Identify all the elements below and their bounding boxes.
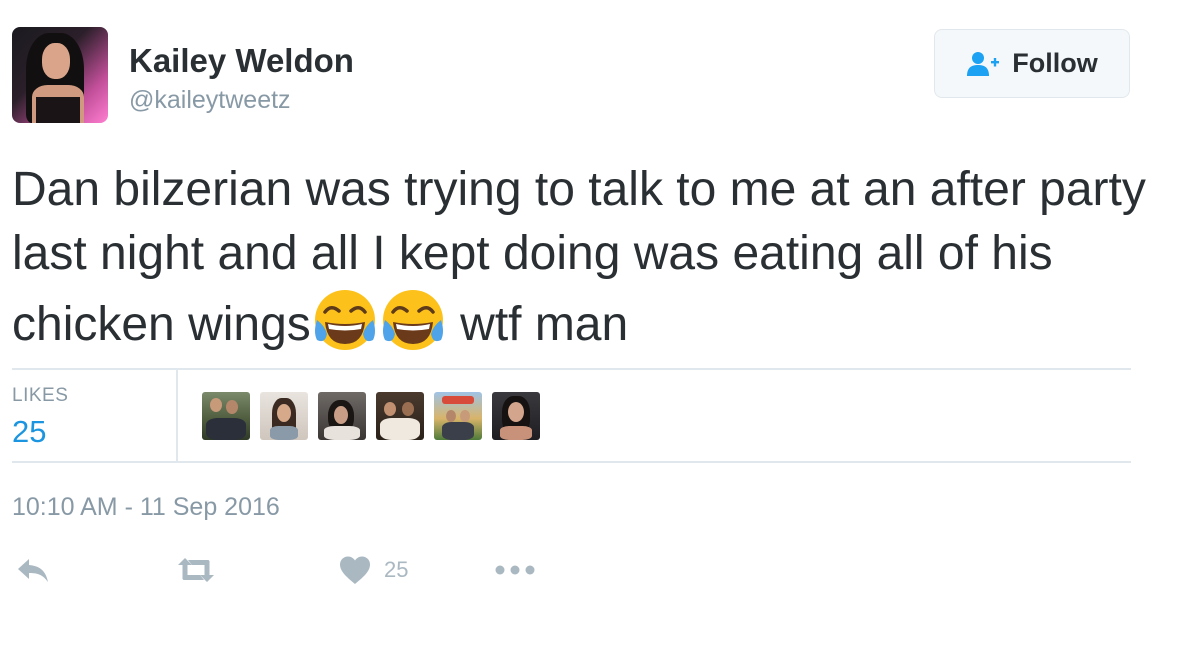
- avatar-top-shape: [36, 97, 80, 123]
- like-count: 25: [384, 557, 409, 582]
- stats-separator: [176, 370, 178, 462]
- liker-avatar[interactable]: [260, 392, 308, 440]
- tweet-timestamp[interactable]: 10:10 AM - 11 Sep 2016: [12, 495, 280, 520]
- liker-avatars: [202, 392, 540, 440]
- tweet-text-tail: wtf man: [446, 298, 629, 351]
- retweet-button[interactable]: [174, 555, 218, 585]
- follow-button[interactable]: Follow: [934, 29, 1130, 98]
- liker-avatar[interactable]: [434, 392, 482, 440]
- retweet-icon: [178, 558, 214, 582]
- more-icon: [495, 565, 535, 575]
- more-button[interactable]: [494, 555, 536, 585]
- reply-button[interactable]: [16, 555, 50, 585]
- author-handle[interactable]: @kaileytweetz: [129, 88, 291, 113]
- liker-avatar[interactable]: [318, 392, 366, 440]
- avatar-face-shape: [42, 43, 70, 79]
- stats-top-divider: [12, 368, 1131, 370]
- tears-of-joy-emoji-icon: [382, 290, 443, 350]
- likes-count[interactable]: 25: [12, 416, 46, 447]
- author-name[interactable]: Kailey Weldon: [129, 44, 354, 77]
- author-avatar[interactable]: [12, 27, 108, 123]
- reply-icon: [18, 559, 48, 582]
- tweet-text: Dan bilzerian was trying to talk to me a…: [12, 158, 1162, 357]
- liker-avatar[interactable]: [492, 392, 540, 440]
- tears-of-joy-emoji-icon: [314, 290, 375, 350]
- liker-avatar[interactable]: [376, 392, 424, 440]
- add-user-icon: [967, 51, 1000, 76]
- like-button[interactable]: 25: [338, 555, 408, 585]
- likes-label[interactable]: LIKES: [12, 386, 68, 405]
- heart-icon: [340, 556, 370, 584]
- follow-label: Follow: [1012, 48, 1098, 78]
- stats-bottom-divider: [12, 461, 1131, 463]
- liker-avatar[interactable]: [202, 392, 250, 440]
